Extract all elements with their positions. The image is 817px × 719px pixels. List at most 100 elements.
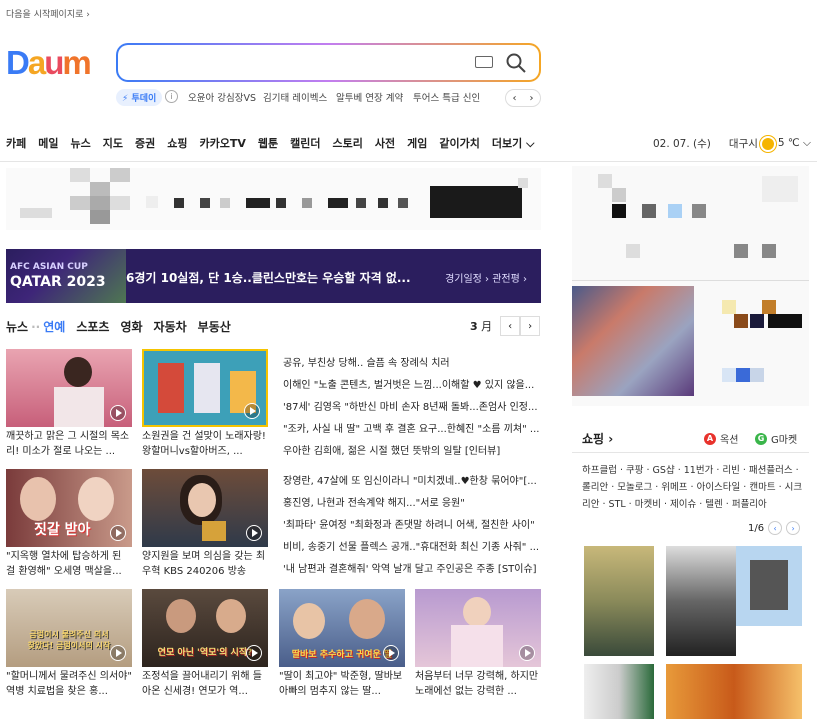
play-icon xyxy=(110,525,126,541)
thumbnail-caption[interactable]: 양지원을 보며 의심을 갖는 최우혁 KBS 240206 방송 xyxy=(142,549,268,579)
news-headline[interactable]: 공유, 부친상 당해.. 슬픔 속 장례식 치러 xyxy=(283,354,541,369)
nav-item-stock[interactable]: 증권 xyxy=(135,135,155,151)
side-ad[interactable] xyxy=(572,166,809,406)
product-thumbnail[interactable] xyxy=(584,664,654,719)
search-icon[interactable] xyxy=(505,52,527,74)
banner-headline[interactable]: 6경기 10실점, 단 1승..클린스만호는 우승할 자격 없... xyxy=(126,269,411,286)
tab-realestate[interactable]: 부동산 xyxy=(198,318,231,335)
nav-item-map[interactable]: 지도 xyxy=(103,135,123,151)
logo-letter-d: D xyxy=(6,44,30,81)
tab-news[interactable]: 뉴스 xyxy=(6,318,28,335)
news-tabs: 뉴스 ·· 연예 스포츠 영화 자동차 부동산 xyxy=(6,318,231,335)
shopping-page-indicator: 1/6 xyxy=(748,522,765,534)
trending-keyword[interactable]: 김기태 레이벡스 xyxy=(263,90,327,106)
today-badge[interactable]: ⚡ 투데이 xyxy=(116,89,163,106)
nav-item-news[interactable]: 뉴스 xyxy=(71,135,91,151)
logo-letter-a: a xyxy=(27,44,46,81)
weather-widget[interactable]: 02. 07. (수) 대구시 5 ℃ ⌵ xyxy=(653,136,811,151)
banner-links[interactable]: 경기일정 › 관전평 › xyxy=(445,270,527,285)
news-headline[interactable]: 장영란, 47살에 또 임신이라니 "미치겠네..♥한창 묶어야"[... xyxy=(283,472,541,487)
video-thumbnail[interactable] xyxy=(142,469,268,547)
shopping-title[interactable]: 쇼핑 › xyxy=(582,430,613,447)
news-next-button[interactable]: › xyxy=(520,316,541,336)
product-thumbnail[interactable] xyxy=(666,664,802,719)
product-thumbnail[interactable] xyxy=(584,546,654,656)
nav-item-game[interactable]: 게임 xyxy=(407,135,427,151)
nav-item-shopping[interactable]: 쇼핑 xyxy=(167,135,187,151)
thumbnail-caption[interactable]: 조정석을 끌어내리기 위해 들아온 신세경! 연모가 역... xyxy=(142,669,268,699)
info-icon[interactable]: i xyxy=(165,90,178,103)
asian-cup-banner[interactable]: AFC ASIAN CUP QATAR 2023 6경기 10실점, 단 1승.… xyxy=(6,249,541,303)
nav-item-calendar[interactable]: 캘린더 xyxy=(290,135,320,151)
tab-entertainment[interactable]: 연예 xyxy=(43,318,65,335)
thumbnail-caption[interactable]: "지옥행 열차에 탑승하게 된 걸 환영해" 오세영 맥살을... xyxy=(6,549,132,579)
temperature-text: 5 ℃ ⌵ xyxy=(777,137,811,149)
nav-item-kakaotv[interactable]: 카카오TV xyxy=(200,135,246,151)
thumbnail-caption[interactable]: "딸이 최고야" 박준형, 딸바보 아빠의 멈추지 않는 딸... xyxy=(279,669,405,699)
sun-icon xyxy=(761,137,774,150)
search-input[interactable] xyxy=(128,45,468,79)
news-headline[interactable]: 비비, 송중기 선물 플렉스 공개.."휴대전화 최신 기종 사줘" ... xyxy=(283,538,541,553)
ad-banner[interactable] xyxy=(6,168,541,230)
video-thumbnail[interactable] xyxy=(6,349,132,427)
trending-prev-button[interactable]: ‹ xyxy=(513,93,517,104)
shopping-prev-button[interactable]: ‹ xyxy=(768,521,783,535)
thumbnail-caption[interactable]: 처음부터 너무 강력해, 하지만 노래에선 없는 강력한 ... xyxy=(415,669,541,699)
news-headline[interactable]: 홍진영, 나현과 전속계약 해지..."서로 응원" xyxy=(283,494,541,509)
qatar-label: QATAR 2023 xyxy=(10,274,106,290)
news-headline[interactable]: '87세' 김영옥 "하반신 마비 손자 8년째 돌봐...존엄사 인정... xyxy=(283,398,541,413)
auction-label: 옥션 xyxy=(720,435,739,446)
trending-keyword[interactable]: 투어스 특급 신인 xyxy=(413,90,480,106)
shopping-pager: 1/6 ‹ › xyxy=(748,521,801,535)
trending-next-button[interactable]: › xyxy=(530,93,534,104)
nav-item-cafe[interactable]: 카페 xyxy=(6,135,26,151)
shopping-mall-links[interactable]: 하프클럽 · 쿠팡 · GS샵 · 11번가 · 리빈 · 패션플러스 · 롤리… xyxy=(582,462,804,513)
trending-keyword[interactable]: 알투베 연장 계약 xyxy=(336,90,403,106)
page-suffix: 月 xyxy=(481,320,493,333)
news-headline[interactable]: "조카, 사실 내 딸" 고백 후 결혼 요구...한혜진 "소름 끼쳐" ..… xyxy=(283,420,541,435)
nav-item-mail[interactable]: 메일 xyxy=(38,135,58,151)
shopping-next-button[interactable]: › xyxy=(786,521,801,535)
video-thumbnail[interactable]: 금렁이시 물려주신 의서 찾았다! 금렁이서의 시작 xyxy=(6,589,132,667)
video-thumbnail[interactable] xyxy=(415,589,541,667)
thumbnail-caption[interactable]: 깨끗하고 맑은 그 시절의 목소리! 미소가 절로 나오는 ... xyxy=(6,429,132,459)
auction-logo-icon: A xyxy=(704,432,716,445)
news-headline[interactable]: 이해인 "노출 콘텐츠, 벌거벗은 느낌...이해할 ♥ 있지 않을... xyxy=(283,376,541,391)
page-indicator: 3 月 xyxy=(470,318,492,334)
video-thumbnail[interactable] xyxy=(142,349,268,427)
video-thumbnail[interactable]: 딸바보 추수하고 귀여운 딸 xyxy=(279,589,405,667)
thumbnail-caption[interactable]: 소원권을 건 설맞이 노래자랑! 왕할머니vs할아버즈, ... xyxy=(142,429,268,459)
video-thumbnail[interactable]: 연모 아닌 '역모'의 시작? xyxy=(142,589,268,667)
auction-link[interactable]: A 옥션 xyxy=(704,431,738,446)
play-icon xyxy=(519,645,535,661)
news-headline[interactable]: '최파타' 윤여정 "최화정과 존댓말 하려니 어색, 절친한 사이" xyxy=(283,516,541,531)
daum-logo[interactable]: Daum xyxy=(6,44,92,82)
logo-letter-m: m xyxy=(62,44,91,81)
search-box xyxy=(116,43,541,82)
news-headline[interactable]: 우아한 김희애, 젊은 시절 했던 뜻밖의 일탈 [인터뷰] xyxy=(283,442,541,457)
news-headline[interactable]: '내 남편과 결혼해줘' 악역 날개 달고 주인공은 주종 [ST이슈] xyxy=(283,560,541,575)
nav-item-webtoon[interactable]: 웹툰 xyxy=(258,135,278,151)
keyboard-icon[interactable] xyxy=(475,56,493,68)
news-prev-button[interactable]: ‹ xyxy=(500,316,521,336)
gmarket-logo-icon: G xyxy=(755,432,767,445)
nav-item-more[interactable]: 더보기 ⌵ xyxy=(492,135,535,151)
nav-item-story[interactable]: 스토리 xyxy=(333,135,363,151)
nav-item-together[interactable]: 같이가치 xyxy=(439,135,479,151)
news-pager: 3 月 ‹ › xyxy=(470,316,541,336)
afc-label: AFC ASIAN CUP xyxy=(10,262,88,272)
logo-letter-u: u xyxy=(44,44,64,81)
video-thumbnail[interactable]: 짓갈 받아 xyxy=(6,469,132,547)
tab-sports[interactable]: 스포츠 xyxy=(76,318,109,335)
gmarket-link[interactable]: G G마켓 xyxy=(755,431,797,446)
city-text: 대구시 xyxy=(728,138,758,150)
set-homepage-link[interactable]: 다음을 시작페이지로 › xyxy=(6,7,90,20)
thumbnail-caption[interactable]: "할머니께서 물려주신 의서야" 역병 치료법을 찾은 홍... xyxy=(6,669,132,699)
nav-item-dictionary[interactable]: 사전 xyxy=(375,135,395,151)
product-thumbnail[interactable] xyxy=(666,546,736,656)
play-icon xyxy=(383,645,399,661)
tab-car[interactable]: 자동차 xyxy=(154,318,187,335)
product-thumbnail[interactable] xyxy=(750,560,788,610)
trending-keyword[interactable]: 오윤아 강심장VS xyxy=(188,90,256,106)
tab-movie[interactable]: 영화 xyxy=(120,318,142,335)
